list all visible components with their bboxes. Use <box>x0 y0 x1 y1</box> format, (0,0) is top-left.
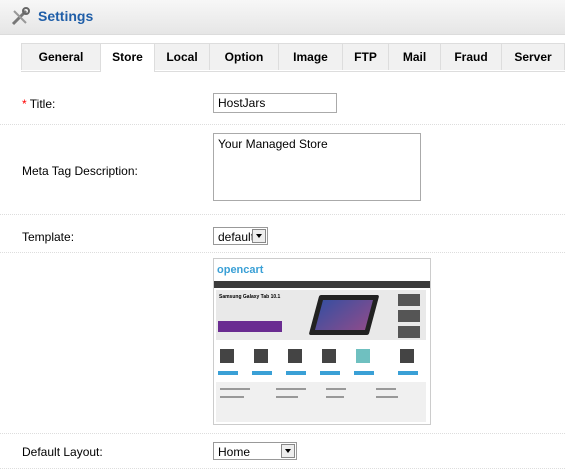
divider <box>0 468 565 469</box>
footer-line <box>276 388 306 390</box>
settings-tools-icon <box>11 7 30 26</box>
footer-line <box>220 396 244 398</box>
product-thumb <box>220 349 234 363</box>
divider <box>0 124 565 125</box>
header-bar: Settings <box>0 0 565 35</box>
tab-option[interactable]: Option <box>209 43 279 70</box>
chevron-down-icon[interactable] <box>281 444 295 458</box>
footer-line <box>376 396 398 398</box>
price-button <box>354 371 374 375</box>
tab-ftp[interactable]: FTP <box>342 43 389 70</box>
tab-general[interactable]: General <box>21 43 101 70</box>
product-thumb <box>356 349 370 363</box>
preview-banner: Samsung Galaxy Tab 10.1 <box>216 290 426 340</box>
divider <box>0 252 565 253</box>
tablet-image-icon <box>308 295 380 335</box>
preview-promo <box>218 321 282 332</box>
preview-nav <box>214 281 430 288</box>
tab-server[interactable]: Server <box>501 43 565 70</box>
tab-image[interactable]: Image <box>278 43 343 70</box>
preview-header: opencart <box>214 259 430 279</box>
product-thumb <box>288 349 302 363</box>
product-thumb <box>400 349 414 363</box>
footer-line <box>276 396 298 398</box>
preview-logo: opencart <box>217 264 264 276</box>
footer-line <box>376 388 396 390</box>
default-layout-select-value: Home <box>218 445 251 459</box>
meta-description-label: Meta Tag Description: <box>22 164 138 178</box>
template-select-value: default <box>218 230 255 244</box>
footer-line <box>326 396 344 398</box>
divider <box>0 214 565 215</box>
price-button <box>320 371 340 375</box>
settings-tabs: General Store Local Option Image FTP Mai… <box>21 43 565 72</box>
footer-line <box>326 388 346 390</box>
price-button <box>218 371 238 375</box>
title-label-text: Title: <box>26 97 56 111</box>
default-layout-select[interactable]: Home <box>213 442 297 460</box>
price-button <box>252 371 272 375</box>
template-label: Template: <box>22 230 75 244</box>
template-select[interactable]: default <box>213 227 268 245</box>
product-thumb <box>254 349 268 363</box>
preview-banner-text: Samsung Galaxy Tab 10.1 <box>219 294 281 300</box>
price-button <box>286 371 306 375</box>
tab-fraud[interactable]: Fraud <box>440 43 502 70</box>
tab-local[interactable]: Local <box>154 43 210 70</box>
tab-store[interactable]: Store <box>100 43 155 72</box>
chevron-down-icon[interactable] <box>252 229 266 243</box>
preview-thumb <box>398 294 420 306</box>
preview-thumb <box>398 310 420 322</box>
preview-footer <box>216 382 426 422</box>
divider <box>0 433 565 434</box>
title-input[interactable] <box>213 93 337 113</box>
product-thumb <box>322 349 336 363</box>
default-layout-label: Default Layout: <box>22 445 103 459</box>
tab-mail[interactable]: Mail <box>388 43 441 70</box>
title-label: * Title: <box>22 97 55 111</box>
preview-thumb <box>398 326 420 338</box>
price-button <box>398 371 418 375</box>
page-title: Settings <box>38 8 94 24</box>
footer-line <box>220 388 250 390</box>
template-preview-image: opencart Samsung Galaxy Tab 10.1 <box>213 258 431 425</box>
meta-description-textarea[interactable]: Your Managed Store <box>213 133 421 201</box>
preview-products <box>218 349 426 377</box>
